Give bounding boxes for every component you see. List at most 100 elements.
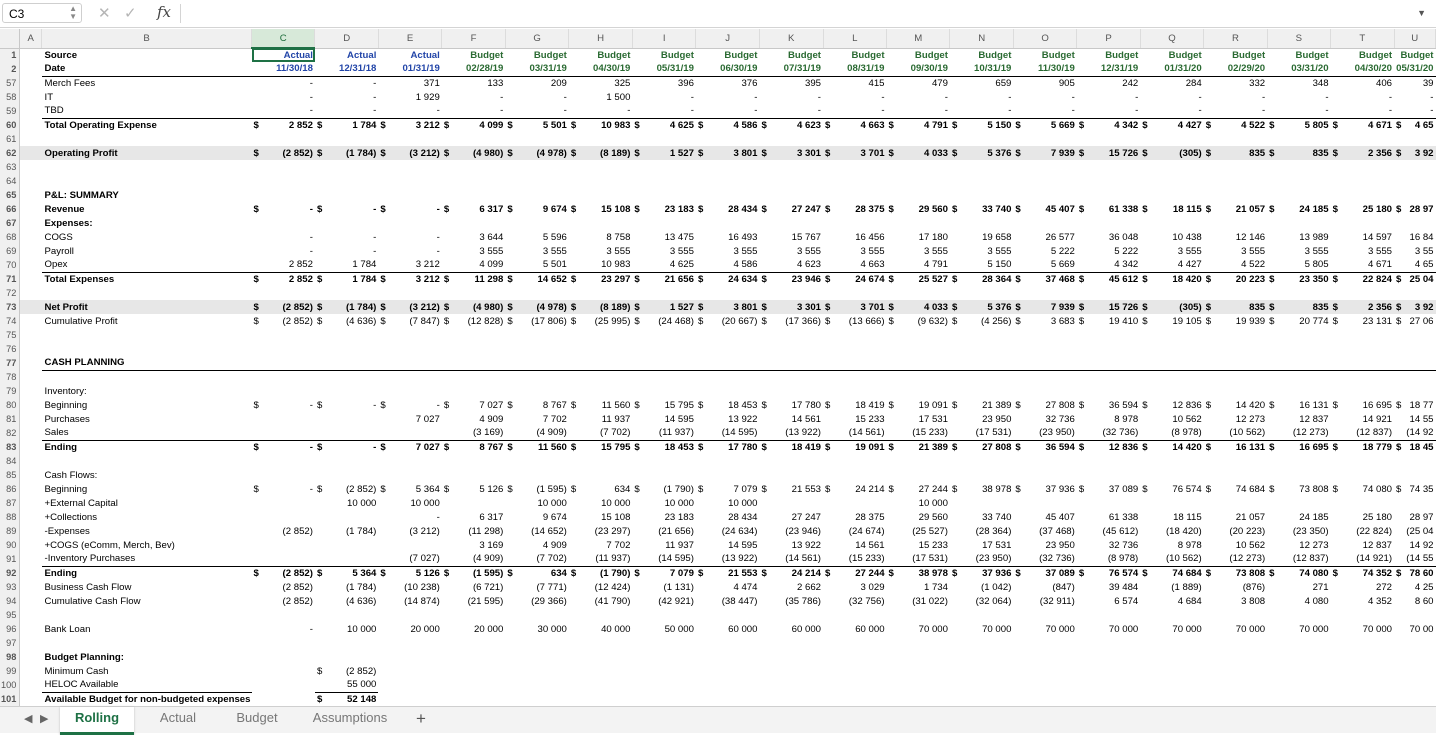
cell[interactable] [315,328,378,342]
cell[interactable]: $27 244 [887,482,950,496]
cell[interactable] [1077,160,1140,174]
cell[interactable]: 4 909 [442,412,506,426]
cell[interactable] [1331,496,1394,510]
cell[interactable]: $3 801 [695,300,760,314]
cell[interactable]: 5 501 [505,258,569,273]
cell[interactable]: $4 663 [823,118,887,132]
cell[interactable] [1077,650,1140,664]
cell[interactable]: $24 214 [759,566,823,580]
cell[interactable]: 3 55 [1394,244,1435,258]
cell[interactable] [1331,328,1394,342]
cell[interactable]: 3 555 [1204,244,1267,258]
cell[interactable]: 3 555 [632,244,696,258]
row-number[interactable]: 92 [0,566,21,580]
cell[interactable] [505,174,569,188]
cell[interactable] [823,174,887,188]
cell[interactable]: (12 273) [1267,426,1331,441]
cell[interactable] [252,328,315,342]
row-label[interactable]: Ending [42,566,252,580]
cell[interactable] [1267,188,1330,202]
cell[interactable] [569,678,633,692]
cell[interactable] [20,356,42,370]
cell[interactable] [887,370,950,384]
cell[interactable]: 1 500 [569,90,633,104]
cell[interactable] [378,328,441,342]
cell[interactable]: $ (4 978) [505,300,569,314]
cell[interactable]: $4 033 [886,300,950,314]
row-label[interactable] [42,132,252,146]
cell[interactable]: - [378,230,441,244]
cell[interactable] [20,188,42,202]
cell[interactable]: $33 740 [950,202,1013,216]
cell[interactable] [20,594,42,608]
cell[interactable]: (13 922) [759,426,823,441]
cell[interactable]: (1 042) [950,580,1013,594]
column-header-k[interactable]: K [759,29,824,49]
column-header-u[interactable]: U [1394,29,1436,49]
row-number[interactable]: 71 [0,272,21,286]
cell[interactable]: 39 [1394,76,1435,90]
cell[interactable] [1203,356,1268,371]
cell[interactable] [20,398,42,412]
cell[interactable]: 133 [442,76,506,90]
cell[interactable] [1077,636,1140,650]
row-label[interactable]: Operating Profit [41,146,252,160]
cell[interactable] [632,384,696,398]
cell[interactable]: Budget [505,48,569,62]
cell[interactable]: $23 350 [1267,272,1330,286]
cell[interactable]: 14 561 [823,538,887,552]
cell[interactable]: $24 674 [823,272,887,286]
cell[interactable]: $ (20 667) [696,314,760,328]
cell[interactable]: $19 939 [1204,314,1267,328]
cell[interactable]: 406 [1331,76,1394,90]
cell[interactable]: - [252,244,315,258]
cell[interactable]: $21 553 [759,482,823,496]
cell[interactable]: $4 623 [759,118,823,132]
cell[interactable]: $20 223 [1204,272,1267,286]
row-label[interactable]: +COGS (eComm, Merch, Bev) [42,538,252,552]
row-number[interactable]: 99 [0,664,21,678]
cell[interactable]: $7 079 [696,482,760,496]
cell[interactable] [1013,174,1076,188]
cell[interactable]: (25 527) [887,524,950,538]
cell[interactable]: - [759,90,823,104]
cell[interactable]: $835 [1267,300,1331,314]
cell[interactable]: (32 064) [950,594,1013,608]
cell[interactable]: - [252,230,315,244]
cell[interactable]: - [378,244,441,258]
cell[interactable] [1267,664,1330,678]
cell[interactable] [949,356,1014,371]
cell[interactable]: $ (12 828) [442,314,506,328]
cell[interactable] [1204,454,1267,468]
row-number[interactable]: 90 [0,538,21,552]
cell[interactable] [315,174,378,188]
row-number[interactable]: 79 [0,384,21,398]
cell[interactable]: 10 000 [632,496,696,510]
cell[interactable]: - [378,510,441,524]
cell[interactable] [1013,188,1076,202]
cell[interactable] [887,664,950,678]
cell[interactable] [20,314,42,328]
cell[interactable]: 242 [1077,76,1140,90]
cell[interactable] [315,510,378,524]
cell[interactable] [252,510,315,524]
cell[interactable]: 70 000 [1331,622,1394,636]
cell[interactable]: (7 702) [568,426,633,441]
cell[interactable]: (7 771) [505,580,569,594]
cell[interactable]: 15 767 [759,230,823,244]
cell[interactable] [315,454,378,468]
cell[interactable]: 30 000 [505,622,569,636]
row-number[interactable]: 62 [0,146,21,160]
cell[interactable]: $3 92 [1394,146,1436,160]
cell[interactable] [1267,160,1330,174]
cell[interactable]: Budget [887,48,950,62]
cell[interactable]: (13 922) [695,552,760,567]
cell[interactable] [1267,132,1330,146]
cell[interactable] [20,440,42,454]
row-label[interactable] [42,328,252,342]
cell[interactable] [950,216,1013,230]
cell[interactable] [759,132,823,146]
cell[interactable] [442,650,506,664]
cell[interactable]: 10 438 [1140,230,1203,244]
cell[interactable]: 8 978 [1077,412,1140,426]
